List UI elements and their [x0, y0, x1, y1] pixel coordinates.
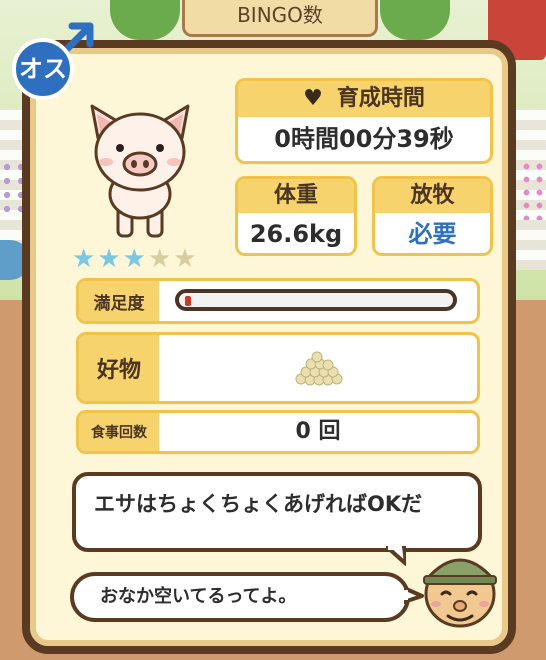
- meal-count-value: 0 回: [295, 419, 341, 444]
- star-icon: ★: [147, 244, 174, 274]
- satisfaction-fill: [185, 296, 191, 306]
- satisfaction-row: 満足度: [76, 278, 480, 324]
- raise-time-header: ♥ 育成時間: [238, 81, 490, 117]
- gender-badge: オス: [4, 8, 98, 102]
- star-icon: ★: [122, 244, 148, 274]
- pasture-value: 必要: [408, 220, 457, 248]
- pig-illustration[interactable]: [80, 96, 200, 241]
- satisfaction-label: 満足度: [79, 281, 159, 321]
- star-icon: ★: [173, 244, 199, 274]
- grain-feed-icon: [295, 351, 343, 386]
- favorite-food-label: 好物: [79, 335, 159, 401]
- star-rating: ★★★★★: [72, 244, 199, 274]
- star-icon: ★: [97, 244, 123, 274]
- meal-count-label: 食事回数: [79, 413, 159, 451]
- speech-bubble-tail: [386, 546, 406, 566]
- raise-time-value: 0時間00分39秒: [274, 125, 454, 153]
- heart-icon: ♥: [303, 86, 323, 111]
- star-icon: ★: [72, 244, 98, 274]
- speech-bubble-2: おなか空いてるってよ。: [70, 572, 410, 622]
- raise-time-box: ♥ 育成時間 0時間00分39秒: [235, 78, 493, 164]
- pasture-box[interactable]: 放牧 必要: [372, 176, 493, 256]
- meal-count-row: 食事回数 0 回: [76, 410, 480, 454]
- weight-box: 体重 26.6kg: [235, 176, 357, 256]
- weight-label: 体重: [238, 179, 354, 213]
- flowers: [520, 160, 546, 220]
- pasture-label: 放牧: [375, 179, 490, 213]
- favorite-food-row: 好物: [76, 332, 480, 404]
- satisfaction-bar: [175, 289, 457, 311]
- gender-label: オス: [12, 38, 74, 100]
- weight-value: 26.6kg: [249, 220, 343, 248]
- raise-time-label: 育成時間: [336, 86, 425, 111]
- bingo-board: BINGO数: [182, 0, 378, 37]
- farmer-avatar[interactable]: [416, 540, 500, 630]
